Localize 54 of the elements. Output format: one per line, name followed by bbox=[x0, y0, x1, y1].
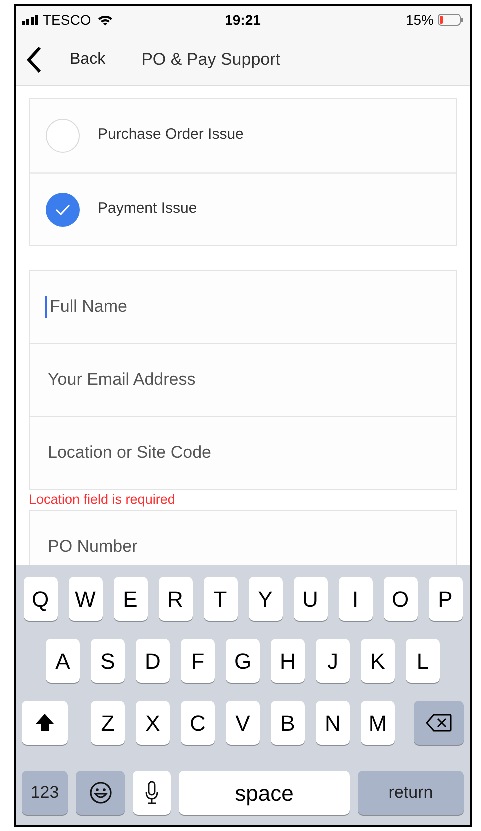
clock-time: 19:21 bbox=[224, 10, 262, 30]
carrier-name: TESCO bbox=[43, 10, 92, 30]
microphone-key[interactable] bbox=[133, 771, 171, 815]
keyboard-key[interactable]: T bbox=[204, 577, 238, 621]
keyboard-key[interactable]: X bbox=[136, 701, 170, 745]
microphone-icon bbox=[145, 781, 159, 805]
keyboard-key[interactable]: L bbox=[406, 639, 440, 683]
checkmark-icon bbox=[55, 204, 71, 216]
keyboard-key[interactable]: N bbox=[316, 701, 350, 745]
back-button[interactable]: Back bbox=[16, 40, 126, 80]
keyboard-key[interactable]: P bbox=[428, 577, 462, 621]
signal-icon bbox=[22, 15, 40, 25]
emoji-key[interactable] bbox=[76, 771, 125, 815]
battery-percentage: 15% bbox=[406, 10, 434, 30]
keyboard-key[interactable]: Q bbox=[24, 577, 58, 621]
error-message: Location field is required bbox=[29, 491, 176, 509]
shift-key[interactable] bbox=[22, 701, 68, 745]
keyboard-key[interactable]: V bbox=[226, 701, 260, 745]
back-chevron-icon bbox=[26, 46, 42, 74]
keyboard-key[interactable]: U bbox=[294, 577, 328, 621]
space-key[interactable]: space bbox=[179, 771, 350, 815]
keyboard-key[interactable]: S bbox=[91, 639, 125, 683]
keyboard-key[interactable]: A bbox=[46, 639, 80, 683]
screen-title: PO & Pay Support bbox=[142, 48, 280, 71]
keyboard-key[interactable]: M bbox=[361, 701, 395, 745]
keyboard-key[interactable]: E bbox=[114, 577, 148, 621]
radio-button[interactable] bbox=[46, 192, 80, 226]
keyboard-key[interactable]: W bbox=[68, 577, 102, 621]
input-field[interactable]: PO Number bbox=[29, 510, 457, 565]
input-field[interactable]: Full Name bbox=[29, 270, 457, 344]
keyboard-key[interactable]: R bbox=[158, 577, 192, 621]
shift-arrow-icon bbox=[35, 713, 55, 733]
input-field[interactable]: Your Email Address bbox=[29, 343, 457, 417]
battery-icon bbox=[438, 14, 464, 26]
delete-key[interactable] bbox=[414, 701, 464, 745]
smiley-icon bbox=[88, 781, 112, 805]
radio-button[interactable] bbox=[46, 118, 80, 152]
backspace-icon bbox=[426, 714, 452, 732]
keyboard-key[interactable]: H bbox=[271, 639, 305, 683]
keyboard-key[interactable]: G bbox=[226, 639, 260, 683]
keyboard-key[interactable]: B bbox=[271, 701, 305, 745]
return-key[interactable]: return bbox=[358, 771, 464, 815]
input-field[interactable]: Location or Site Code bbox=[29, 416, 457, 490]
numbers-key[interactable]: 123 bbox=[22, 771, 68, 815]
wifi-icon bbox=[98, 14, 114, 26]
keyboard-key[interactable]: Y bbox=[248, 577, 282, 621]
keyboard-key[interactable]: C bbox=[181, 701, 215, 745]
keyboard-key[interactable]: Z bbox=[91, 701, 125, 745]
keyboard-key[interactable]: I bbox=[338, 577, 372, 621]
keyboard-key[interactable]: J bbox=[316, 639, 350, 683]
keyboard-key[interactable]: F bbox=[181, 639, 215, 683]
keyboard-key[interactable]: D bbox=[136, 639, 170, 683]
keyboard-key[interactable]: O bbox=[384, 577, 418, 621]
keyboard-key[interactable]: K bbox=[361, 639, 395, 683]
